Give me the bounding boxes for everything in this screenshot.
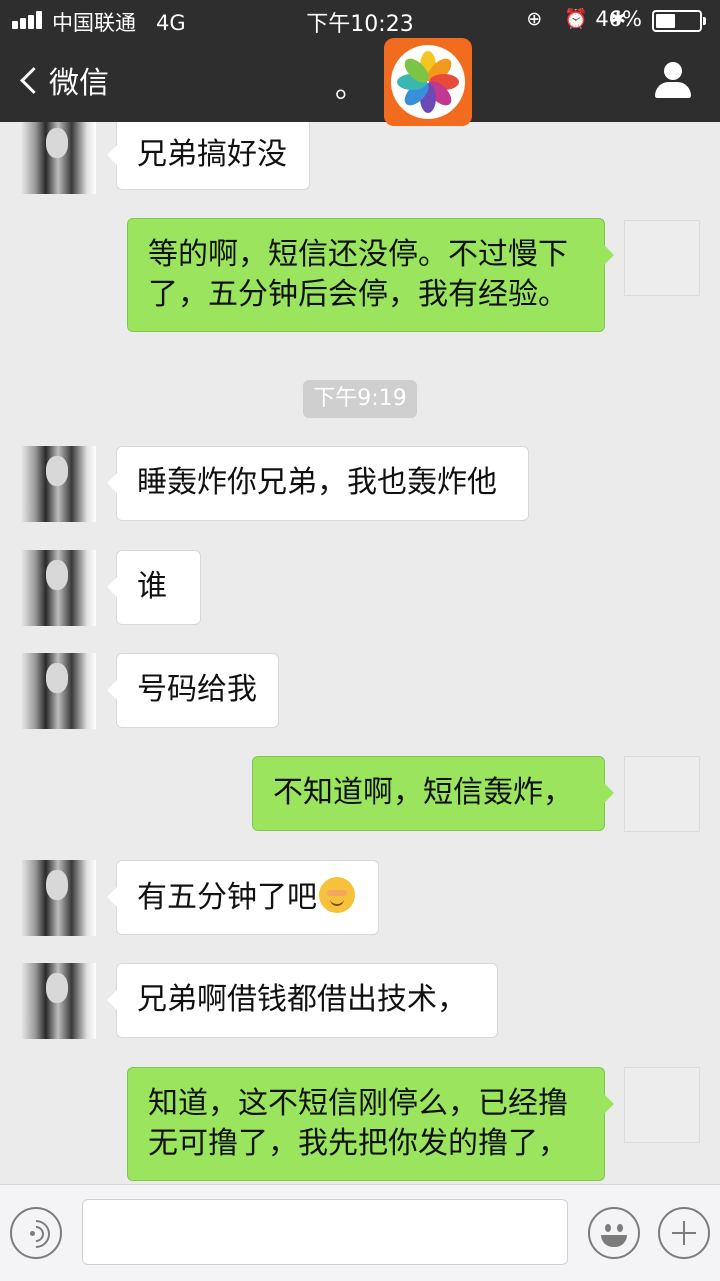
pinwheel-app-icon[interactable]: [384, 38, 472, 126]
emoji-button[interactable]: [588, 1207, 640, 1259]
battery-percent: 46%: [595, 7, 642, 31]
message-text: 了，五分钟后会停，我有经验。: [148, 277, 568, 312]
message-bubble[interactable]: 知道，这不短信刚停么，已经撸 无可撸了，我先把你发的撸了，: [127, 1067, 614, 1181]
chat-info-button[interactable]: [654, 62, 694, 102]
message-text: 谁: [137, 569, 167, 604]
battery-icon: [652, 10, 706, 32]
chevron-left-icon: [20, 66, 47, 94]
message-text: 有五分钟了吧: [137, 880, 317, 915]
back-label: 微信: [49, 66, 109, 101]
emoji-icon: [605, 1224, 611, 1232]
message-bubble[interactable]: 号码给我: [107, 653, 279, 728]
message-bubble[interactable]: 等的啊，短信还没停。不过慢下 了，五分钟后会停，我有经验。: [127, 218, 614, 332]
my-avatar[interactable]: [624, 1067, 700, 1143]
message-text: 无可撸了，我先把你发的撸了，: [148, 1126, 568, 1161]
message-text: 睡轰炸你兄弟，我也轰炸他: [137, 465, 497, 500]
voice-button[interactable]: [10, 1207, 62, 1259]
contact-avatar[interactable]: [20, 550, 96, 626]
contact-avatar[interactable]: [20, 653, 96, 729]
message-bubble[interactable]: 不知道啊，短信轰炸，: [252, 756, 614, 831]
more-button[interactable]: [658, 1207, 710, 1259]
message-input[interactable]: [82, 1199, 568, 1265]
message-bubble[interactable]: 兄弟啊借钱都借出技术，: [107, 963, 498, 1038]
my-avatar[interactable]: [624, 220, 700, 296]
message-text: 不知道啊，短信轰炸，: [273, 775, 573, 810]
time-divider: 下午9:19: [303, 380, 417, 418]
top-bar: 中国联通 4G 下午10:23 ⊕ ⏰ ✱ 46% 微信 。: [0, 0, 720, 122]
message-text: 等的啊，短信还没停。不过慢下: [148, 237, 568, 272]
blush-emoji-icon: [319, 877, 355, 913]
message-text: 兄弟啊借钱都借出技术，: [137, 982, 467, 1017]
back-button[interactable]: 微信: [14, 58, 109, 102]
chat-area[interactable]: 兄弟搞好没 等的啊，短信还没停。不过慢下 了，五分钟后会停，我有经验。 下午9:…: [0, 122, 720, 1184]
status-bar: 中国联通 4G 下午10:23 ⊕ ⏰ ✱ 46%: [0, 0, 720, 40]
contact-avatar[interactable]: [20, 963, 96, 1039]
message-bubble[interactable]: 谁: [107, 550, 201, 625]
contact-avatar[interactable]: [20, 122, 96, 194]
input-bar: [0, 1184, 720, 1281]
message-bubble[interactable]: 兄弟搞好没: [107, 122, 310, 190]
contact-avatar[interactable]: [20, 446, 96, 522]
user-icon: [664, 62, 682, 80]
message-bubble[interactable]: 睡轰炸你兄弟，我也轰炸他: [107, 446, 529, 521]
my-avatar[interactable]: [624, 756, 700, 832]
message-text: 兄弟搞好没: [137, 137, 287, 172]
message-bubble[interactable]: 有五分钟了吧: [107, 860, 379, 935]
contact-avatar[interactable]: [20, 860, 96, 936]
message-text: 号码给我: [137, 672, 257, 707]
message-text: 知道，这不短信刚停么，已经撸: [148, 1086, 568, 1121]
